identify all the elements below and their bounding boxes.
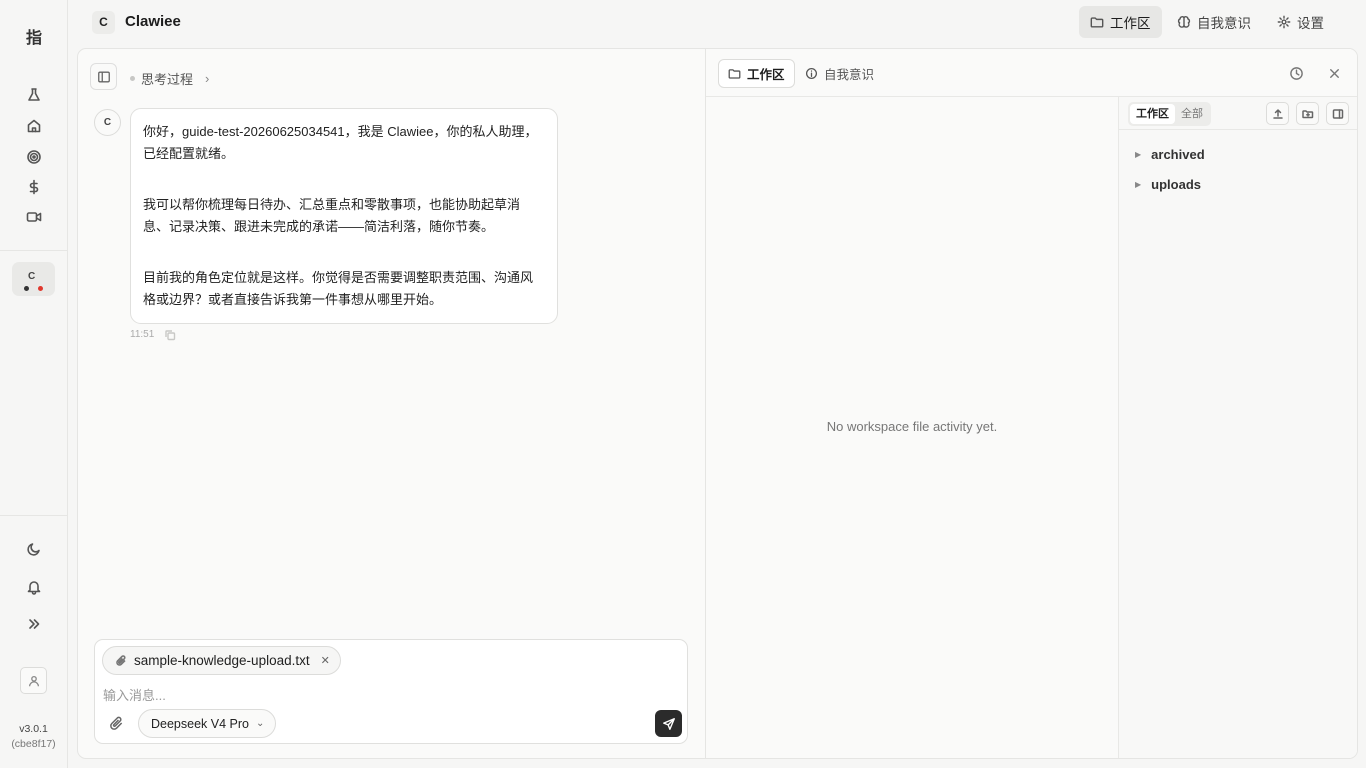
paperclip-icon xyxy=(116,654,126,666)
notification-dot xyxy=(38,286,43,291)
rail-divider xyxy=(0,515,67,516)
chevron-down-icon: ⌄ xyxy=(255,718,265,729)
brand-name: Clawiee xyxy=(125,13,181,30)
tab-workspace-label: 工作区 xyxy=(747,68,785,82)
agent-status-dot xyxy=(24,286,29,291)
upload-icon xyxy=(1272,108,1283,119)
thinking-process-toggle[interactable]: 思考过程 › xyxy=(130,69,209,88)
workspace-header: 工作区 自我意识 xyxy=(706,49,1357,97)
flask-icon[interactable] xyxy=(22,83,46,107)
gear-icon xyxy=(1277,15,1291,29)
model-select-value: Deepseek V4 Pro xyxy=(151,716,249,731)
message-input[interactable] xyxy=(103,685,663,705)
target-icon[interactable] xyxy=(22,145,46,169)
build-hash: (cbe8f17) xyxy=(11,738,56,750)
message-composer: sample-knowledge-upload.txt ✕ Deepseek V… xyxy=(94,639,688,744)
user-icon xyxy=(28,675,39,686)
agent-initial: C xyxy=(28,271,36,282)
assistant-message: 你好，guide-test-20260625034541，我是 Clawiee，… xyxy=(130,108,558,324)
tab-self-awareness-label: 自我意识 xyxy=(824,68,875,82)
collapse-panel-button[interactable] xyxy=(1326,102,1349,125)
assistant-avatar: C xyxy=(94,109,121,136)
file-tree-panel: 工作区 全部 ▶ archived ▶ uploads xyxy=(1118,97,1357,758)
agent-switcher[interactable]: C xyxy=(12,262,55,296)
send-icon xyxy=(662,717,675,730)
folder-label: archived xyxy=(1151,147,1205,162)
moon-icon[interactable] xyxy=(22,537,46,561)
message-timestamp: 11:51 xyxy=(130,329,155,340)
sidebar-toggle-button[interactable] xyxy=(90,63,117,90)
nav-self-awareness-label: 自我意识 xyxy=(1197,16,1251,31)
home-icon[interactable] xyxy=(22,114,46,138)
file-tree-toolbar: 工作区 全部 xyxy=(1119,97,1357,130)
panel-icon xyxy=(1332,108,1343,119)
left-rail: 指 C v3.0.1 (cbe8f17) xyxy=(0,0,68,768)
folder-uploads[interactable]: ▶ uploads xyxy=(1135,177,1201,192)
attachment-filename: sample-knowledge-upload.txt xyxy=(134,653,310,668)
folder-label: uploads xyxy=(1151,177,1201,192)
thinking-label: 思考过程 xyxy=(141,72,194,87)
expand-icon[interactable] xyxy=(22,612,46,636)
scope-all[interactable]: 全部 xyxy=(1175,104,1209,124)
upload-button[interactable] xyxy=(1266,102,1289,125)
rail-divider xyxy=(0,250,67,251)
new-folder-button[interactable] xyxy=(1296,102,1319,125)
video-icon[interactable] xyxy=(22,205,46,229)
message-paragraph: 目前我的角色定位就是这样。你觉得是否需要调整职责范围、沟通风格或边界？或者直接告… xyxy=(143,270,534,307)
history-icon[interactable] xyxy=(1288,65,1304,81)
empty-state-text: No workspace file activity yet. xyxy=(826,419,998,434)
message-paragraph: 你好，guide-test-20260625034541，我是 Clawiee，… xyxy=(143,124,538,161)
chat-pane: 思考过程 › C 你好，guide-test-20260625034541，我是… xyxy=(78,49,705,758)
main-card: 思考过程 › C 你好，guide-test-20260625034541，我是… xyxy=(77,48,1358,759)
nav-self-awareness[interactable]: 自我意识 xyxy=(1166,6,1262,38)
brain-icon xyxy=(1177,16,1191,28)
send-button[interactable] xyxy=(655,710,682,737)
dollar-icon[interactable] xyxy=(22,175,46,199)
model-select[interactable]: Deepseek V4 Pro ⌄ xyxy=(138,709,277,738)
nav-settings[interactable]: 设置 xyxy=(1266,6,1335,38)
remove-attachment-icon[interactable]: ✕ xyxy=(321,654,330,667)
user-avatar-button[interactable] xyxy=(20,667,47,694)
attach-file-button[interactable] xyxy=(107,714,125,732)
version-label: v3.0.1 xyxy=(19,723,48,735)
copy-icon[interactable] xyxy=(164,329,176,341)
paperclip-icon xyxy=(109,716,122,730)
info-icon xyxy=(805,67,818,80)
sidebar-icon xyxy=(97,71,110,82)
app-logo[interactable]: 指 xyxy=(20,26,48,50)
nav-settings-label: 设置 xyxy=(1297,16,1324,31)
attachment-chip[interactable]: sample-knowledge-upload.txt ✕ xyxy=(102,646,341,675)
bell-icon[interactable] xyxy=(22,575,46,599)
chevron-right-icon: › xyxy=(205,71,210,86)
top-bar: C Clawiee 工作区 自我意识 设置 xyxy=(68,0,1366,46)
folder-icon xyxy=(728,69,741,79)
close-icon[interactable] xyxy=(1326,65,1342,81)
message-paragraph: 我可以帮你梳理每日待办、汇总重点和零散事项，也能协助起草消息、记录决策、跟进未完… xyxy=(143,197,521,234)
workspace-pane: 工作区 自我意识 No workspace file activity yet.… xyxy=(705,49,1357,758)
folder-plus-icon xyxy=(1301,109,1313,118)
workspace-activity-area: No workspace file activity yet. xyxy=(706,97,1118,758)
folder-archived[interactable]: ▶ archived xyxy=(1135,147,1205,162)
scope-workspace[interactable]: 工作区 xyxy=(1130,104,1175,124)
folder-icon xyxy=(1090,17,1104,28)
thinking-dot xyxy=(130,76,135,81)
brand-badge: C xyxy=(92,11,115,34)
caret-right-icon: ▶ xyxy=(1135,180,1142,189)
scope-toggle: 工作区 全部 xyxy=(1128,102,1211,126)
nav-workspace[interactable]: 工作区 xyxy=(1079,6,1162,38)
nav-workspace-label: 工作区 xyxy=(1110,16,1151,31)
tab-workspace[interactable]: 工作区 xyxy=(718,59,795,88)
tab-self-awareness[interactable]: 自我意识 xyxy=(796,59,883,88)
caret-right-icon: ▶ xyxy=(1135,150,1142,159)
